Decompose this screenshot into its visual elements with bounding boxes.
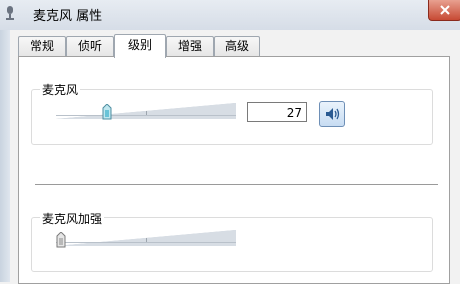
title-bar: 麦克风 属性 [0,0,460,30]
close-button[interactable] [428,0,460,21]
microphone-level-value[interactable]: 27 [247,102,307,122]
microphone-boost-thumb[interactable] [56,232,66,248]
mute-toggle-button[interactable] [319,101,345,127]
levels-panel: 麦克风 27 麦克风加强 [18,56,450,284]
tab-listen[interactable]: 侦听 [66,36,114,56]
speaker-icon [326,108,340,120]
microphone-icon [6,6,14,20]
microphone-boost-group: 麦克风加强 [31,210,433,272]
microphone-slider-thumb[interactable] [102,104,112,120]
microphone-label: 麦克风 [40,81,81,98]
tab-advanced[interactable]: 高级 [214,36,260,56]
properties-window: 麦克风 属性 常规 侦听 级别 增强 高级 麦克风 27 麦克风加强 [0,0,460,284]
microphone-level-slider[interactable] [56,103,236,119]
window-frame [0,30,10,282]
section-divider [35,184,438,185]
microphone-boost-label: 麦克风加强 [40,210,105,227]
close-icon [440,5,450,15]
window-title: 麦克风 属性 [33,9,103,24]
tab-general[interactable]: 常规 [18,36,66,56]
microphone-group: 麦克风 27 [31,81,433,145]
microphone-boost-slider[interactable] [56,230,236,246]
tab-enhancements[interactable]: 增强 [166,36,214,56]
tab-levels[interactable]: 级别 [114,34,166,58]
